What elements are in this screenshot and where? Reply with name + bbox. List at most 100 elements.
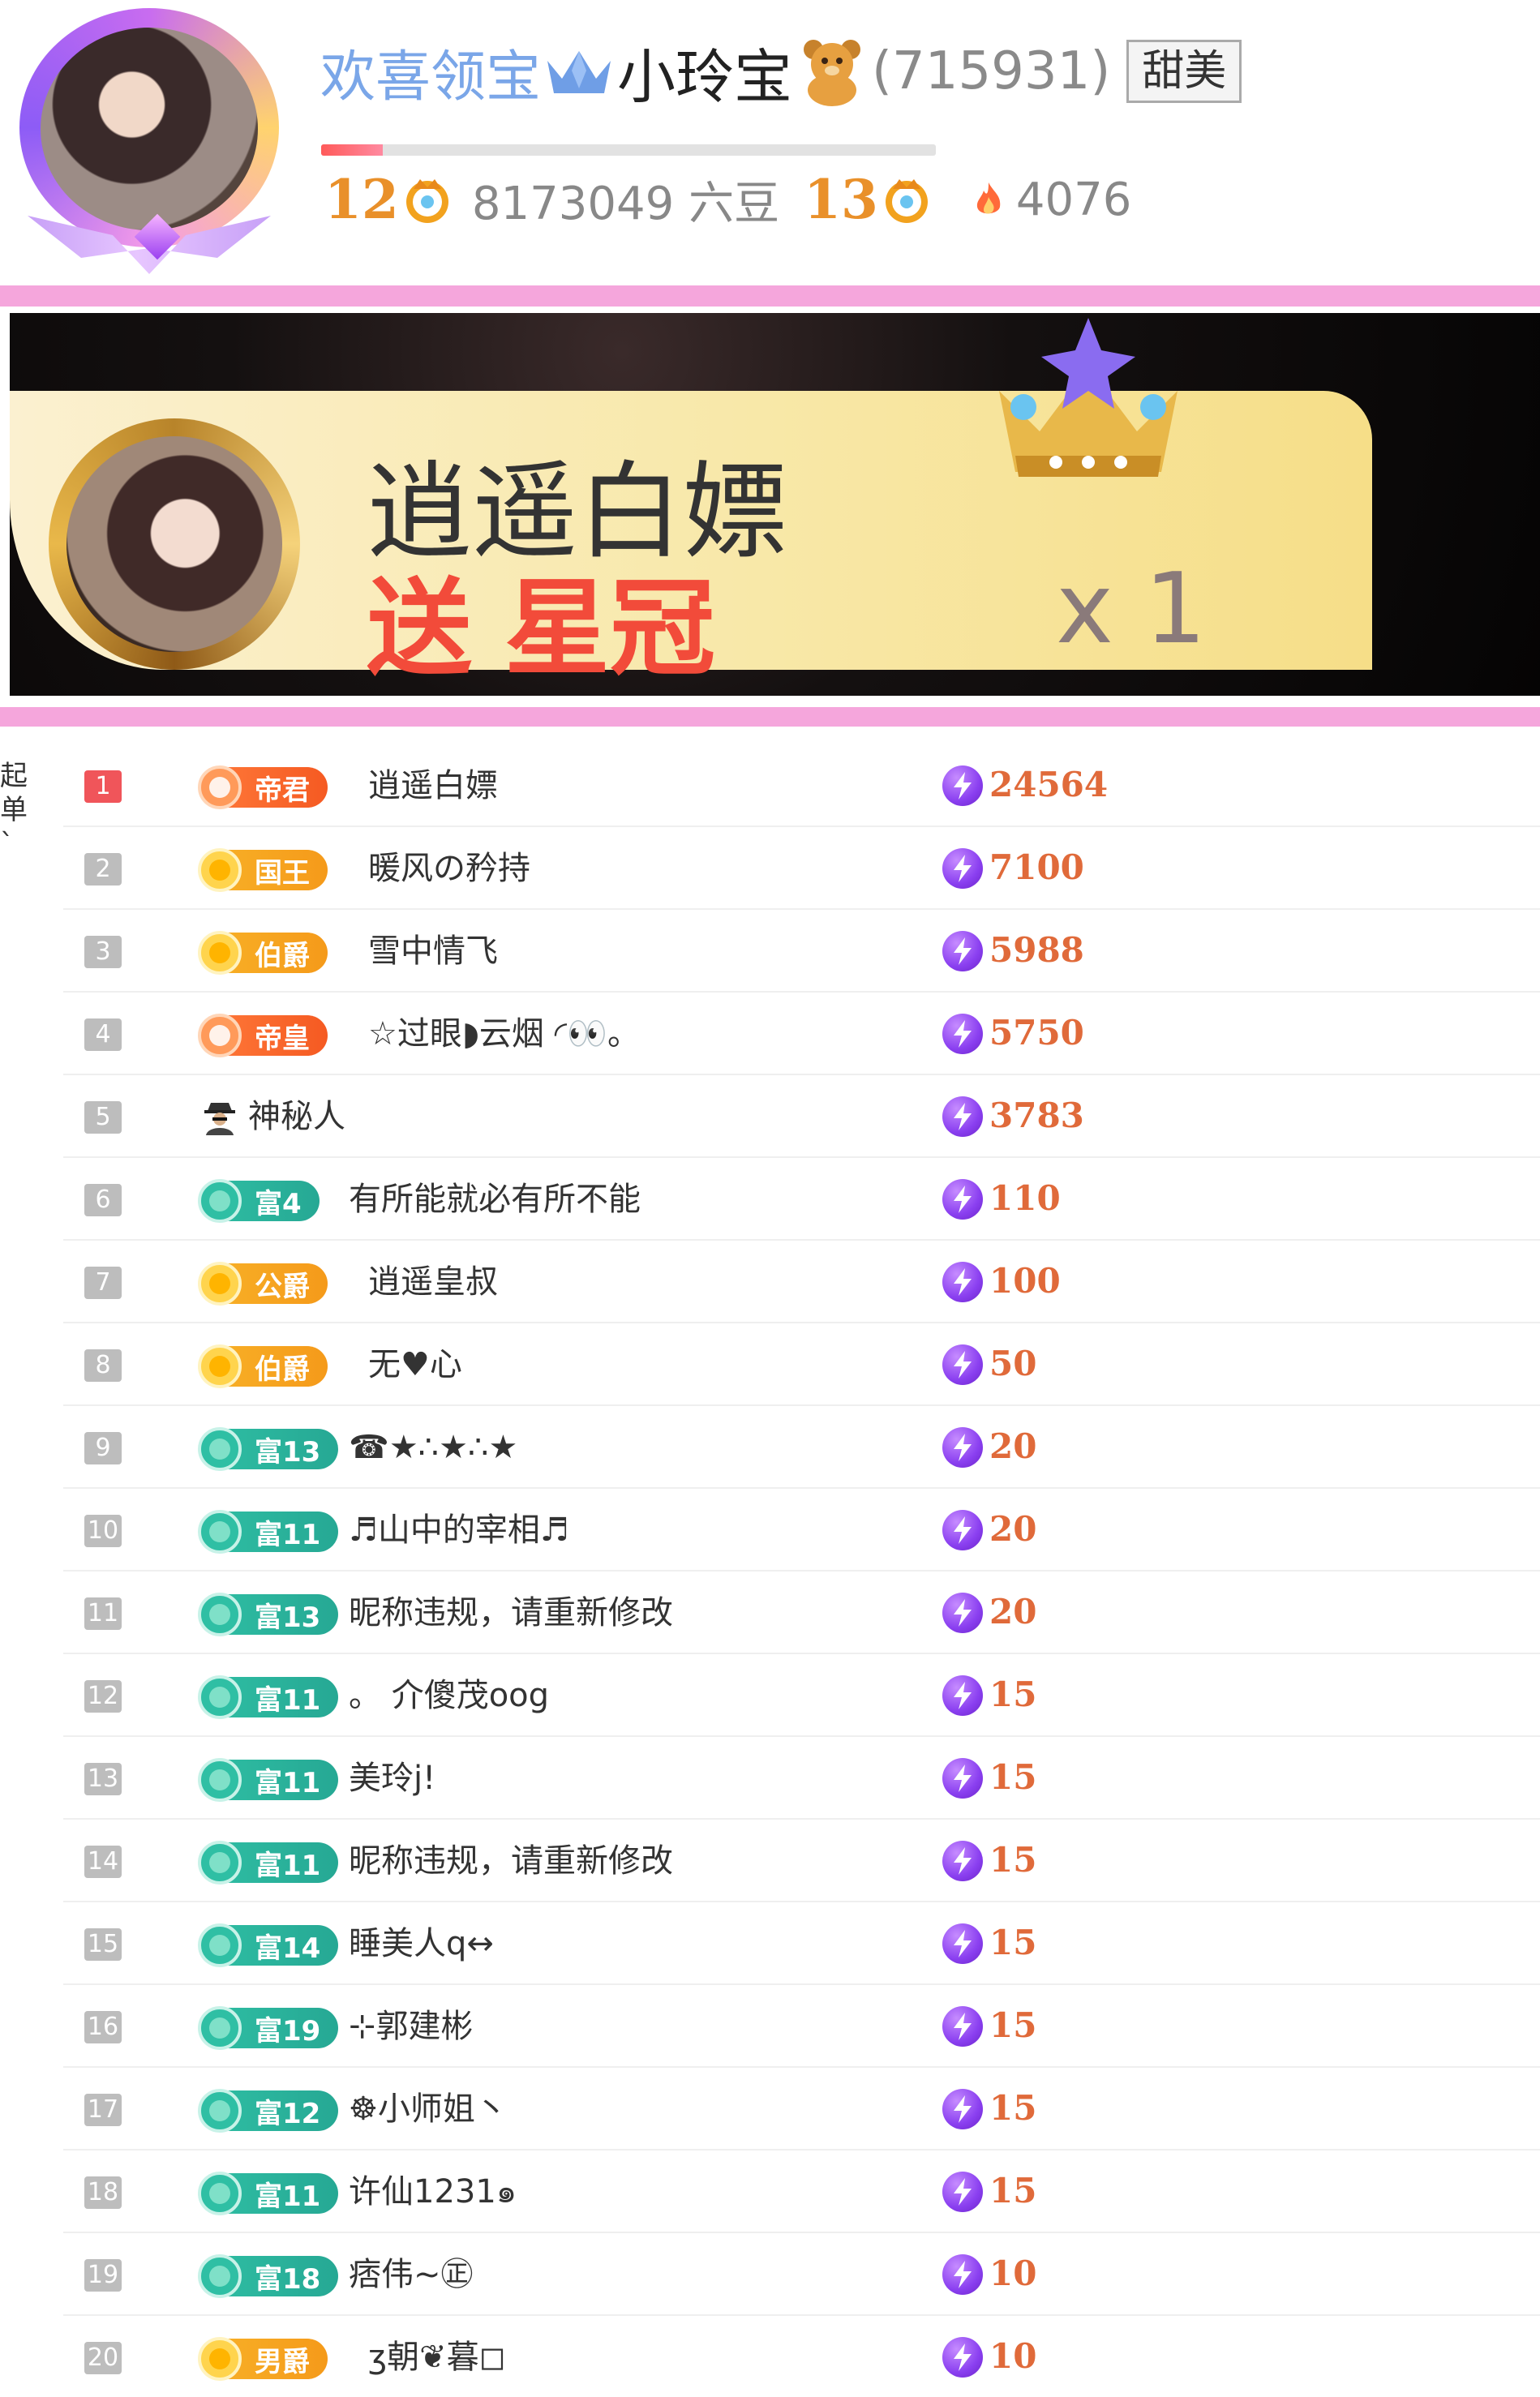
crown-icon bbox=[544, 46, 614, 96]
rank-row[interactable]: 10 富11 ♬山中的宰相♬ 20 bbox=[63, 1489, 1540, 1572]
rank-row[interactable]: 2 国王 暖风の矜持 7100 bbox=[63, 827, 1540, 910]
contribution-score: 15 bbox=[989, 2088, 1037, 2128]
avatar-photo bbox=[41, 28, 258, 230]
user-name[interactable]: 昵称违规，请重新修改 bbox=[349, 1591, 673, 1635]
rank-row[interactable]: 16 富19 ⊹郭建彬 15 bbox=[63, 1985, 1540, 2068]
rank-row[interactable]: 17 富12 ☸小师姐丶 15 bbox=[63, 2068, 1540, 2150]
badge-emblem-icon bbox=[198, 931, 242, 975]
badge-label: 伯爵 bbox=[255, 939, 310, 972]
contribution-score: 100 bbox=[989, 1261, 1061, 1301]
user-name[interactable]: ♬山中的宰相♬ bbox=[349, 1508, 569, 1552]
user-name[interactable]: ʒ朝❦暮◻ bbox=[368, 2335, 506, 2379]
user-name[interactable]: 逍遥白嫖 bbox=[368, 764, 498, 808]
lightning-coin-icon bbox=[942, 1427, 983, 1468]
badge-emblem-icon bbox=[198, 2172, 242, 2215]
user-name[interactable]: 暖风の矜持 bbox=[368, 847, 530, 890]
badge-label: 富14 bbox=[255, 1932, 321, 1965]
user-name[interactable]: ⊹郭建彬 bbox=[349, 2005, 474, 2048]
badge-emblem-icon bbox=[198, 2337, 242, 2381]
rank-badge: 富4 bbox=[198, 1179, 320, 1223]
room-header: 欢喜领宝 小玲宝 (715931) 甜美 12 8173049 六豆 13 40… bbox=[0, 0, 1540, 285]
rank-badge: 富12 bbox=[198, 2089, 339, 2133]
user-name[interactable]: 美玲j! bbox=[349, 1756, 435, 1800]
rank-badge: 伯爵 bbox=[198, 931, 328, 975]
badge-emblem-icon bbox=[198, 1675, 242, 1719]
rank-number: 18 bbox=[84, 2176, 122, 2209]
contribution-score: 20 bbox=[989, 1592, 1037, 1632]
user-name[interactable]: 许仙1231๑ bbox=[349, 2170, 517, 2214]
badge-emblem-icon bbox=[198, 1758, 242, 1802]
user-name[interactable]: 有所能就必有所不能 bbox=[349, 1177, 641, 1221]
sender-avatar[interactable] bbox=[66, 436, 282, 652]
user-name[interactable]: 睡美人q↔ bbox=[349, 1922, 494, 1966]
rank-number: 20 bbox=[84, 2342, 122, 2374]
user-name[interactable]: 。 介傻茂oog bbox=[349, 1674, 549, 1717]
rank-number: 4 bbox=[84, 1018, 122, 1051]
user-name[interactable]: 逍遥皇叔 bbox=[368, 1260, 498, 1304]
lightning-coin-icon bbox=[942, 2254, 983, 2295]
level-progress-bar bbox=[321, 144, 936, 156]
side-tab-label[interactable]: 起 单 ` bbox=[0, 759, 28, 861]
rank-number: 12 bbox=[84, 1680, 122, 1713]
rank-row[interactable]: 4 帝皇 ☆过眼◗云烟 ◜👀。 5750 bbox=[63, 993, 1540, 1075]
welcome-text: 欢喜领宝 bbox=[320, 45, 542, 109]
rank-row[interactable]: 14 富11 昵称违规，请重新修改 15 bbox=[63, 1820, 1540, 1902]
lightning-coin-icon bbox=[942, 1510, 983, 1550]
lightning-coin-icon bbox=[942, 1344, 983, 1385]
rank-row[interactable]: 11 富13 昵称违规，请重新修改 20 bbox=[63, 1572, 1540, 1654]
lightning-coin-icon bbox=[942, 1841, 983, 1881]
badge-emblem-icon bbox=[198, 1014, 242, 1057]
badge-label: 帝君 bbox=[255, 774, 310, 807]
contribution-score: 110 bbox=[989, 1178, 1061, 1218]
rank-row[interactable]: 9 富13 ☎★∴★∴★ 20 bbox=[63, 1406, 1540, 1489]
rank-row[interactable]: 5 神秘人 3783 bbox=[63, 1075, 1540, 1158]
user-name[interactable]: 痞伟~㊣ bbox=[349, 2253, 474, 2296]
badge-emblem-icon bbox=[198, 2089, 242, 2133]
rank-row[interactable]: 18 富11 许仙1231๑ 15 bbox=[63, 2150, 1540, 2233]
lightning-coin-icon bbox=[942, 2337, 983, 2378]
badge-label: 伯爵 bbox=[255, 1353, 310, 1386]
badge-emblem-icon bbox=[198, 2254, 242, 2298]
level-badge-icon bbox=[405, 179, 448, 223]
rank-row[interactable]: 7 公爵 逍遥皇叔 100 bbox=[63, 1241, 1540, 1323]
contribution-score: 15 bbox=[989, 2171, 1037, 2210]
host-avatar[interactable] bbox=[11, 8, 287, 280]
rank-badge: 富11 bbox=[198, 1841, 339, 1885]
pink-divider bbox=[0, 707, 1540, 727]
rank-row[interactable]: 1 帝君 逍遥白嫖 24564 bbox=[63, 744, 1540, 827]
user-name[interactable]: 神秘人 bbox=[248, 1095, 345, 1138]
rank-row[interactable]: 15 富14 睡美人q↔ 15 bbox=[63, 1902, 1540, 1985]
rank-row[interactable]: 3 伯爵 雪中情飞 5988 bbox=[63, 910, 1540, 993]
contribution-score: 10 bbox=[989, 2336, 1037, 2376]
rank-number: 11 bbox=[84, 1597, 122, 1630]
mystery-user-icon bbox=[204, 1103, 235, 1135]
user-name[interactable]: 无♥心 bbox=[368, 1343, 462, 1387]
user-name[interactable]: 昵称违规，请重新修改 bbox=[349, 1839, 673, 1883]
heat-value: 4076 bbox=[1015, 173, 1132, 226]
host-tag[interactable]: 甜美 bbox=[1126, 40, 1242, 103]
rank-row[interactable]: 12 富11 。 介傻茂oog 15 bbox=[63, 1654, 1540, 1737]
rank-number: 15 bbox=[84, 1928, 122, 1961]
rank-badge: 富18 bbox=[198, 2254, 339, 2298]
rank-row[interactable]: 13 富11 美玲j! 15 bbox=[63, 1737, 1540, 1820]
rank-row[interactable]: 6 富4 有所能就必有所不能 110 bbox=[63, 1158, 1540, 1241]
badge-label: 富11 bbox=[255, 1518, 321, 1551]
rank-number: 5 bbox=[84, 1101, 122, 1134]
lightning-coin-icon bbox=[942, 931, 983, 971]
rank-row[interactable]: 20 男爵 ʒ朝❦暮◻ 10 bbox=[63, 2316, 1540, 2397]
user-name[interactable]: ☸小师姐丶 bbox=[349, 2087, 508, 2131]
badge-label: 富18 bbox=[255, 2262, 321, 2296]
rank-badge: 富13 bbox=[198, 1593, 339, 1636]
user-name[interactable]: ☎★∴★∴★ bbox=[349, 1426, 517, 1469]
host-name[interactable]: 小玲宝 bbox=[617, 29, 792, 114]
user-name[interactable]: ☆过眼◗云烟 ◜👀。 bbox=[368, 1012, 640, 1056]
user-name[interactable]: 雪中情飞 bbox=[368, 929, 498, 973]
flame-icon bbox=[976, 182, 1001, 214]
rank-row[interactable]: 8 伯爵 无♥心 50 bbox=[63, 1323, 1540, 1406]
rank-number: 16 bbox=[84, 2011, 122, 2043]
rank-row[interactable]: 19 富18 痞伟~㊣ 10 bbox=[63, 2233, 1540, 2316]
rank-number: 9 bbox=[84, 1432, 122, 1464]
rank-badge: 富11 bbox=[198, 1510, 339, 1554]
rank-number: 17 bbox=[84, 2094, 122, 2126]
contribution-score: 15 bbox=[989, 1923, 1037, 1962]
